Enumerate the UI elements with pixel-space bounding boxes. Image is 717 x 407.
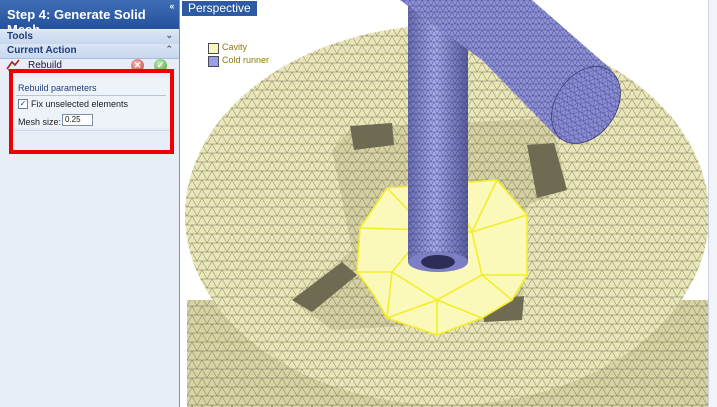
chevron-up-icon: ⌃: [165, 44, 173, 54]
chevron-down-icon: ⌄: [165, 30, 173, 40]
current-action-section-label: Current Action: [7, 45, 77, 56]
view-tab-perspective[interactable]: Perspective: [182, 1, 257, 16]
legend-label: Cavity: [222, 42, 248, 52]
tools-section-header[interactable]: Tools ⌄: [0, 30, 179, 45]
application-window: Step 4: Generate Solid Mesh « Tools ⌄ Cu…: [0, 0, 717, 407]
current-action-section-header[interactable]: Current Action ⌃: [0, 44, 179, 59]
collapse-panel-icon[interactable]: «: [167, 1, 177, 11]
cold-runner-swatch: [208, 56, 219, 67]
vertical-scrollbar[interactable]: [708, 0, 717, 407]
task-panel: Step 4: Generate Solid Mesh « Tools ⌄ Cu…: [0, 0, 180, 407]
tools-section-label: Tools: [7, 31, 33, 42]
3d-viewport[interactable]: Perspective Cavity Cold runner: [182, 0, 717, 407]
panel-title-bar: Step 4: Generate Solid Mesh «: [0, 0, 179, 37]
red-highlight-annotation: [9, 69, 174, 154]
cavity-swatch: [208, 43, 219, 54]
legend-label: Cold runner: [222, 55, 270, 65]
